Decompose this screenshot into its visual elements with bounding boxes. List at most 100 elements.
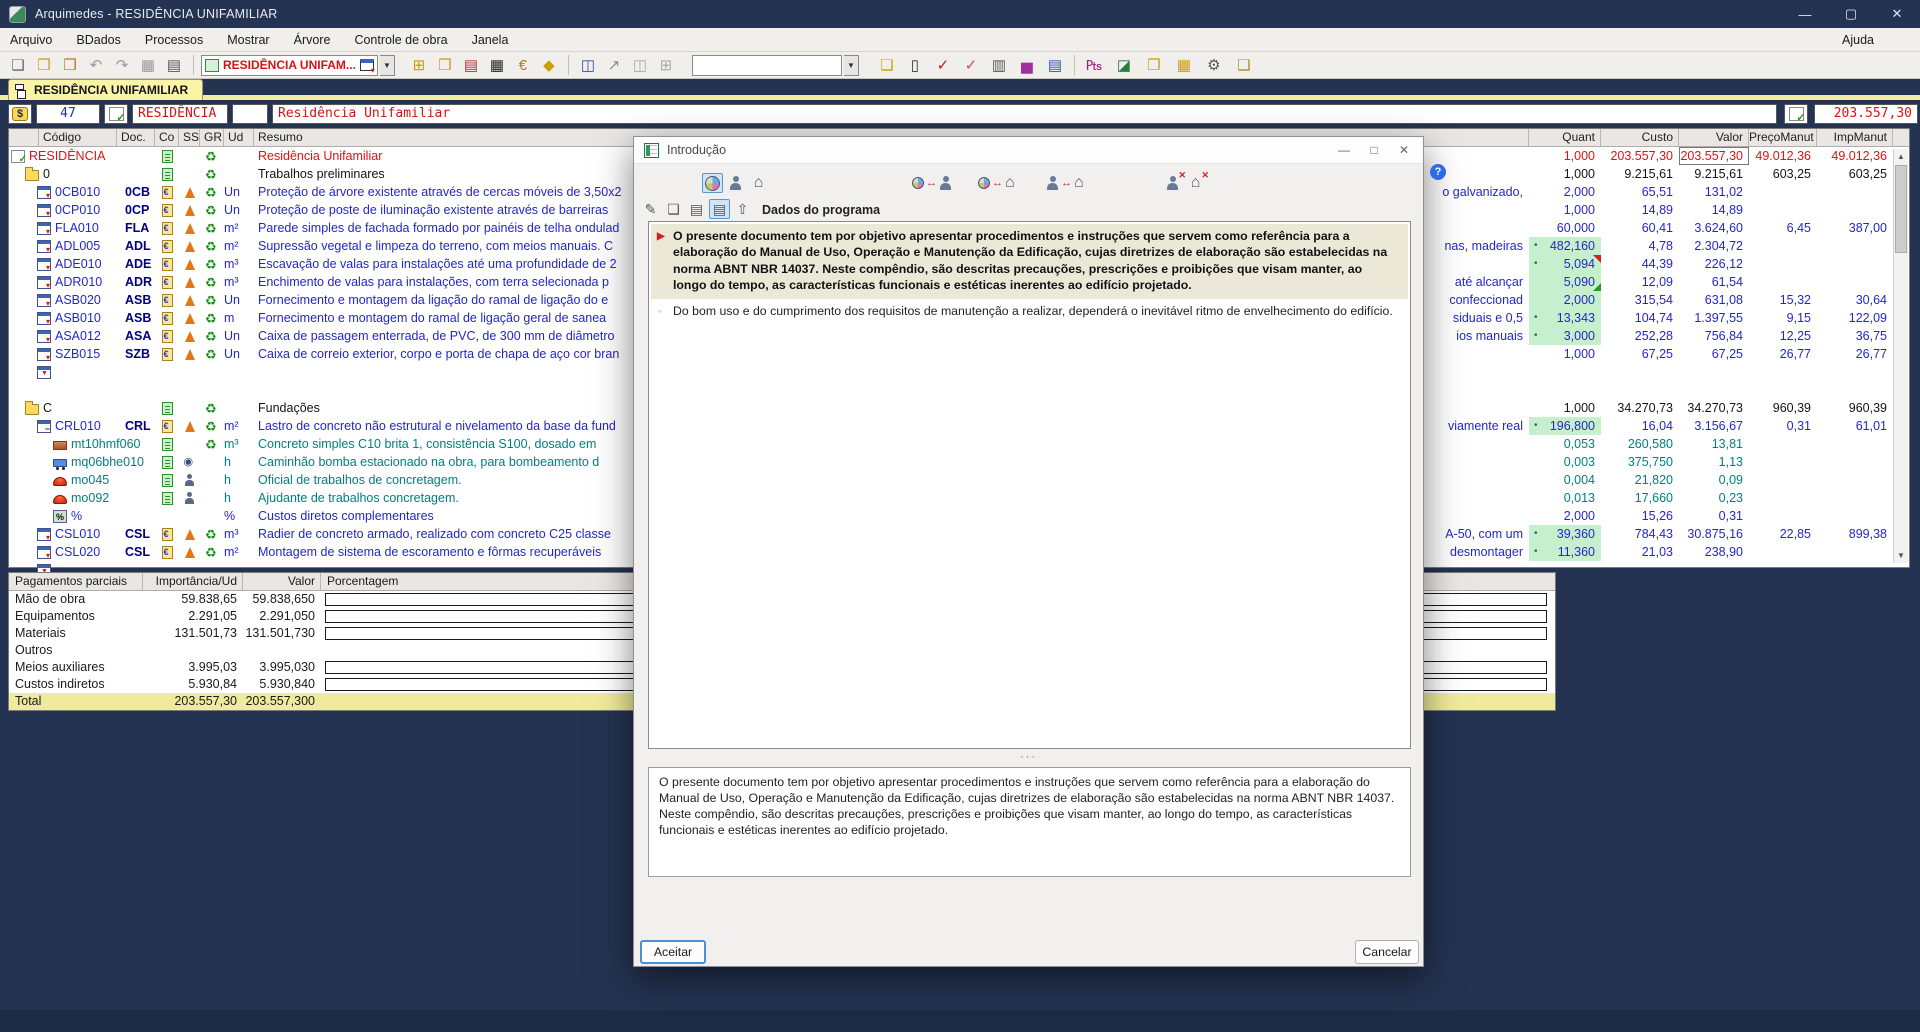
redo-icon[interactable]: ↷ — [110, 54, 134, 76]
scrollbar-thumb[interactable] — [1895, 165, 1907, 253]
export-text-icon[interactable]: ⇧ — [732, 199, 753, 219]
dialog-close-button[interactable]: ✕ — [1389, 137, 1419, 163]
dialog-minimize-button[interactable]: — — [1329, 137, 1359, 163]
spreadsheet-icon[interactable]: ▦ — [1172, 54, 1196, 76]
resources-icon[interactable]: ◆ — [537, 54, 561, 76]
col-importancia-ud[interactable]: Importância/Ud — [143, 573, 243, 591]
help-button[interactable]: ? — [1430, 164, 1446, 180]
zoom-combo-dropdown[interactable]: ▼ — [843, 54, 859, 76]
menu-mostrar[interactable]: Mostrar — [227, 33, 269, 47]
job-number-field[interactable]: 47 — [36, 104, 100, 124]
col-ss[interactable]: SS — [179, 129, 200, 147]
col-valor[interactable]: Valor — [1679, 129, 1749, 147]
job-doc-icon-button[interactable] — [104, 104, 128, 124]
col-gr[interactable]: GR — [200, 129, 224, 147]
planning-icon[interactable]: ▦ — [485, 54, 509, 76]
col-co[interactable]: Co — [155, 129, 179, 147]
col-icon[interactable] — [9, 129, 39, 147]
check-export-icon[interactable]: ✓ — [959, 54, 983, 76]
dialog-maximize-button[interactable]: □ — [1359, 137, 1389, 163]
vertical-scrollbar[interactable]: ▲ ▼ — [1893, 149, 1908, 563]
menu-bdados[interactable]: BDados — [76, 33, 120, 47]
import-database-icon[interactable]: ❒ — [58, 54, 82, 76]
new-document-icon[interactable]: ❏ — [6, 54, 30, 76]
copy-program-to-job-icon[interactable]: ↔ — [912, 172, 952, 194]
menu-arquivo[interactable]: Arquivo — [10, 33, 52, 47]
col-precomanut[interactable]: PreçoManut — [1749, 129, 1817, 147]
print-icon[interactable]: ▤ — [162, 54, 186, 76]
scroll-down-arrow[interactable]: ▼ — [1894, 548, 1908, 563]
job-folder-icon[interactable]: ❒ — [433, 54, 457, 76]
edit-note-icon[interactable]: ✎ — [640, 199, 661, 219]
certificate-icon[interactable]: ❏ — [875, 54, 899, 76]
paragraph-preview-box[interactable]: O presente documento tem por objetivo ap… — [648, 767, 1411, 877]
cell-quant: • 196,800 — [1529, 417, 1601, 435]
col-custo[interactable]: Custo — [1601, 129, 1679, 147]
report-icon[interactable]: ▤ — [459, 54, 483, 76]
cascade-windows-icon[interactable]: ◫ — [628, 54, 652, 76]
print-text-icon[interactable]: ▤ — [686, 199, 707, 219]
col-codigo[interactable]: Código — [39, 129, 117, 147]
scroll-up-arrow[interactable]: ▲ — [1894, 149, 1908, 164]
clear-job-data-icon[interactable] — [1162, 170, 1186, 193]
copy-program-to-building-icon[interactable]: ↔ ⌂ — [978, 172, 1015, 194]
book-icon[interactable]: ▤ — [1043, 54, 1067, 76]
settings-seal-icon[interactable]: ⚙ — [1202, 54, 1226, 76]
undo-icon[interactable]: ↶ — [84, 54, 108, 76]
gain-chart-icon[interactable]: ◪ — [1112, 54, 1136, 76]
minimize-button[interactable]: — — [1782, 0, 1828, 28]
phone-icon[interactable]: ▯ — [903, 54, 927, 76]
menu-controle-de-obra[interactable]: Controle de obra — [354, 33, 447, 47]
cell-doc: CRL — [125, 419, 151, 433]
selected-text-icon[interactable]: ▤ — [709, 199, 730, 219]
open-folder-icon[interactable]: ❒ — [32, 54, 56, 76]
currency-icon[interactable]: € — [511, 54, 535, 76]
add-job-icon[interactable]: ⊞ — [407, 54, 431, 76]
clear-building-data-icon[interactable]: ⌂ — [1185, 170, 1209, 193]
price-list-icon[interactable]: ₧ — [1082, 54, 1106, 76]
job-variant-field[interactable] — [232, 104, 268, 124]
menu-arvore[interactable]: Árvore — [294, 33, 331, 47]
zoom-combo[interactable] — [691, 54, 842, 76]
intro-paragraph-2[interactable]: ◦ Do bom uso e do cumprimento dos requis… — [651, 303, 1408, 320]
save-icon[interactable]: ▦ — [136, 54, 160, 76]
intro-paragraph-selected[interactable]: ▶ O presente documento tem por objetivo … — [651, 224, 1408, 299]
aceitar-button[interactable]: Aceitar — [640, 940, 706, 964]
building-data-icon[interactable]: ⌂ — [748, 173, 769, 193]
tab-residencia-unifamiliar[interactable]: RESIDÊNCIA UNIFAMILIAR — [8, 79, 204, 100]
job-data-icon[interactable] — [725, 173, 746, 193]
menu-processos[interactable]: Processos — [145, 33, 203, 47]
program-data-icon[interactable] — [702, 173, 723, 193]
chart-window-icon[interactable]: ↗ — [602, 54, 626, 76]
menu-janela[interactable]: Janela — [472, 33, 509, 47]
cancelar-button[interactable]: Cancelar — [1355, 940, 1419, 964]
check-list-icon[interactable]: ✓ — [931, 54, 955, 76]
tile-windows-icon[interactable]: ⊞ — [654, 54, 678, 76]
col-ud[interactable]: Ud — [224, 129, 254, 147]
col-doc[interactable]: Doc. — [117, 129, 155, 147]
splitter-handle[interactable]: ··· — [634, 751, 1423, 763]
histogram-icon[interactable]: ▅ — [1015, 54, 1039, 76]
tree-window-icon[interactable]: ◫ — [576, 54, 600, 76]
cost-center-icon[interactable]: ▥ — [987, 54, 1011, 76]
doc-seal-icon[interactable]: ❏ — [1232, 54, 1256, 76]
budget-icon-button[interactable]: $ — [8, 104, 32, 124]
menu-ajuda[interactable]: Ajuda — [1842, 33, 1874, 47]
col-impmanut[interactable]: ImpManut — [1817, 129, 1893, 147]
job-total-field[interactable]: 203.557,30 — [1814, 104, 1918, 124]
copy-text-icon[interactable]: ❏ — [663, 199, 684, 219]
maximize-button[interactable]: ▢ — [1828, 0, 1874, 28]
job-code-field[interactable]: RESIDÊNCIA — [132, 104, 228, 124]
close-button[interactable]: ✕ — [1874, 0, 1920, 28]
cell-co — [155, 183, 179, 201]
job-name-field[interactable]: Residência Unifamiliar — [272, 104, 1777, 124]
col-pagamentos-parciais[interactable]: Pagamentos parciais — [9, 573, 143, 591]
copy-job-to-building-icon[interactable]: ↔ ⌂ — [1046, 172, 1084, 194]
folder-seal-icon[interactable]: ❒ — [1142, 54, 1166, 76]
job-selector-combo[interactable]: RESIDÊNCIA UNIFAM... — [201, 54, 378, 76]
dialog-text-area[interactable]: ▶ O presente documento tem por objetivo … — [648, 221, 1411, 749]
job-total-icon-button[interactable] — [1784, 104, 1808, 124]
col-quant[interactable]: Quant — [1529, 129, 1601, 147]
job-selector-dropdown[interactable]: ▼ — [379, 54, 395, 76]
col-valor[interactable]: Valor — [243, 573, 321, 591]
